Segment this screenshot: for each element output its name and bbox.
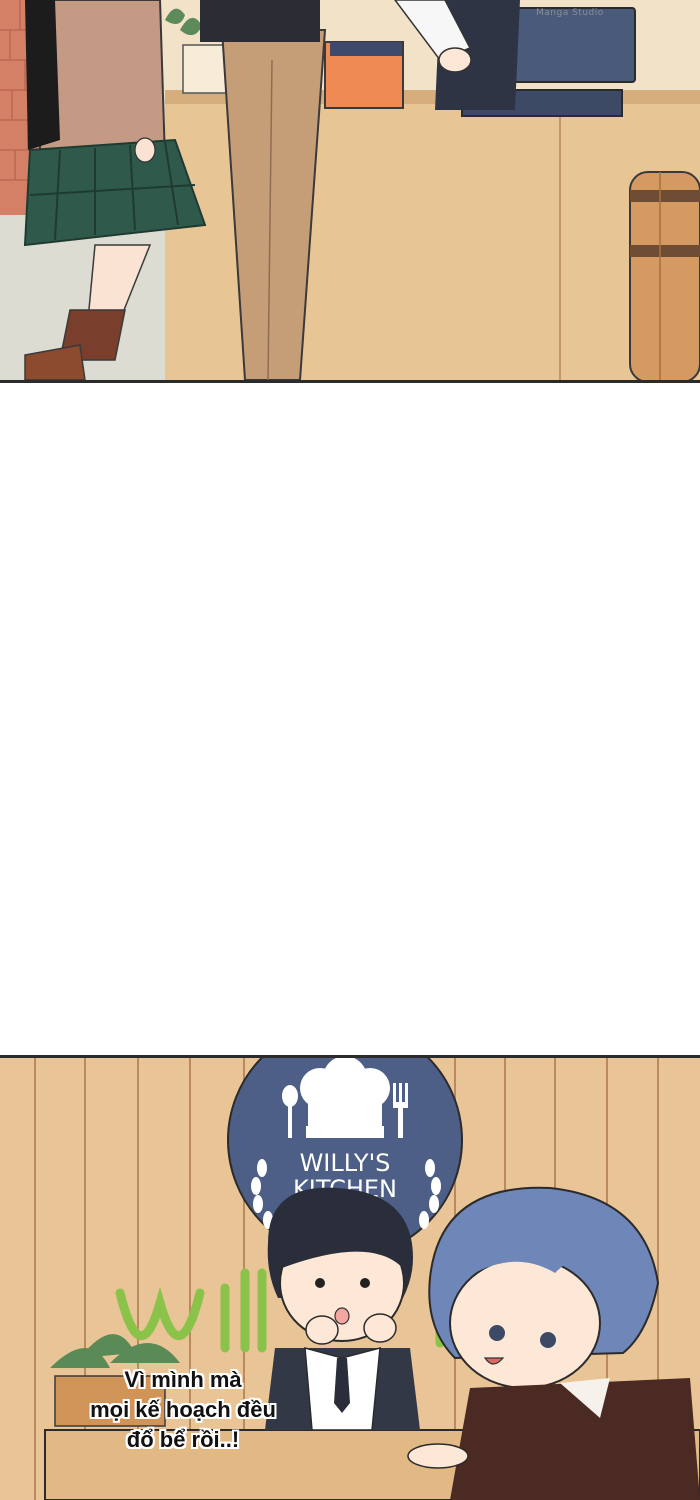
panel-gutter — [0, 383, 700, 1056]
top-comic-panel: Manga Studio — [0, 0, 700, 383]
sign-text-line1: WILLY'S — [300, 1149, 391, 1177]
speech-caption: Vì mình mà mọi kế hoạch đều đổ bể rồi..! — [48, 1365, 318, 1455]
chef-hat-icon — [300, 1058, 390, 1138]
barrel — [629, 171, 700, 380]
caption-line-1: Vì mình mà — [124, 1367, 242, 1392]
bottom-comic-panel: WILLY'S KITCHEN — [0, 1055, 700, 1500]
register-monitor — [506, 7, 636, 83]
watermark-text: Manga Studio — [536, 8, 604, 18]
store-counter-scene — [0, 0, 700, 380]
caption-line-2: mọi kế hoạch đều — [90, 1397, 276, 1422]
caption-line-3: đổ bể rồi..! — [126, 1427, 240, 1452]
